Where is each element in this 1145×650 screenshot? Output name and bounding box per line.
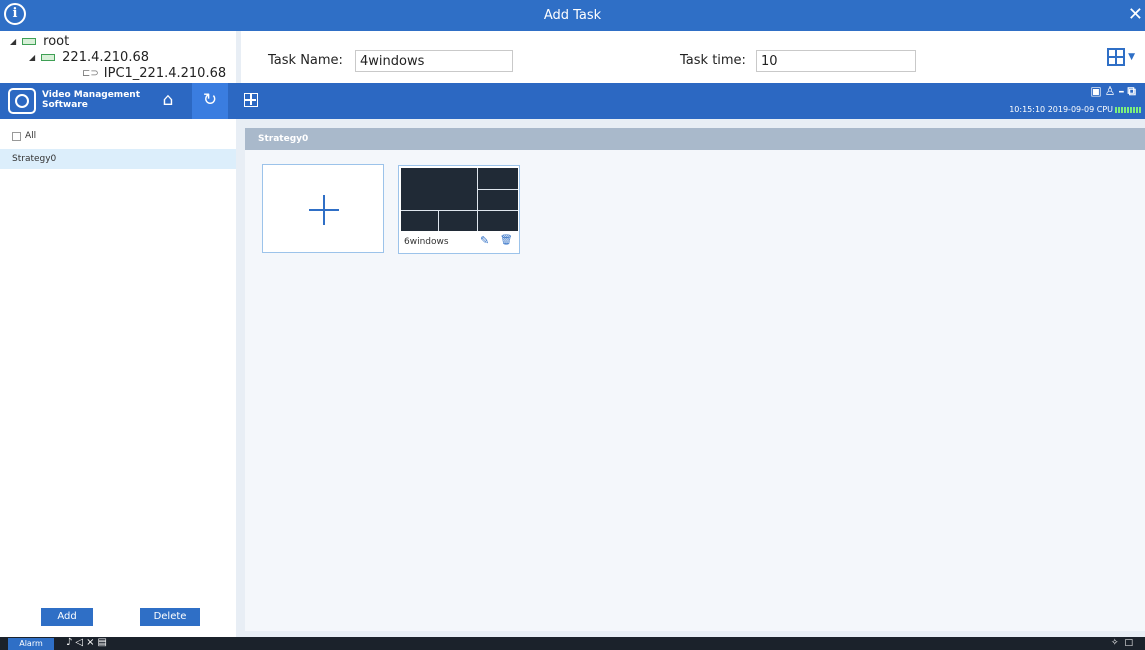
edit-pencil-icon[interactable]: ✎ [480,234,489,247]
strategy-list-item[interactable]: Strategy0 [0,149,236,169]
app-name-line2: Software [42,100,88,110]
home-nav-button[interactable]: ⌂ [150,83,186,119]
layout-select-button[interactable]: ▼ [1107,48,1135,66]
strategy-panel: All Strategy0 Add Delete [0,119,236,637]
dialog-title-bar: i Add Task ✕ [0,0,1145,31]
main-panel: Strategy0 6windows ✎ 🗑 [241,119,1145,637]
camera-icon: ⊏⊃ [82,68,99,79]
mute-icon[interactable]: ◁× [75,637,97,648]
cpu-meter [1115,106,1141,113]
device-tree: ◢ root ◢ 221.4.210.68 ⊏⊃ IPC1_221.4.210.… [0,31,236,83]
tree-node-label: root [43,34,70,49]
task-time-input[interactable] [756,50,916,72]
app-name-line1: Video Management [42,90,141,100]
tree-node-device[interactable]: ◢ 221.4.210.68 [29,50,149,65]
screen-icon[interactable]: ▤ [97,637,109,648]
trash-icon[interactable]: 🗑 [500,235,513,246]
window-controls: ▣♙–⧉ [1090,84,1139,99]
tree-node-root[interactable]: ◢ root [10,34,69,49]
status-text: 10:15:10 2019-09-09 CPU [1009,105,1113,114]
app-header: Video Management Software ⌂ ↻ ▣♙–⧉ 10:15… [0,83,1145,119]
delete-strategy-button[interactable]: Delete [140,608,200,626]
tree-node-camera[interactable]: ⊏⊃ IPC1_221.4.210.68 [82,66,226,81]
select-all-row[interactable]: All [12,131,36,141]
grid-layout-icon [1107,48,1126,66]
dialog-title: Add Task [543,8,602,23]
add-strategy-button[interactable]: Add [41,608,93,626]
select-all-checkbox[interactable] [12,131,21,141]
app-name: Video Management Software [42,90,140,110]
home-icon: ⌂ [162,90,174,110]
tree-node-label: IPC1_221.4.210.68 [103,66,227,81]
task-name-input[interactable] [355,50,513,72]
alarm-button[interactable]: Alarm [8,638,54,650]
select-all-label: All [25,131,37,141]
device-group-icon [22,38,37,45]
bottom-taskbar: Alarm ♪◁×▤ ✧□ [0,637,1145,650]
expand-arrow-icon[interactable]: ◢ [29,53,35,62]
taskbar-right-icons: ✧□ [1111,637,1139,649]
restore-icon[interactable]: ⧉ [1127,84,1139,98]
cycle-icon: ↻ [202,90,218,110]
chevron-down-icon: ▼ [1128,52,1135,62]
add-layout-tile[interactable] [262,164,384,253]
close-icon[interactable]: ✕ [1128,4,1143,25]
task-nav-button[interactable]: ↻ [192,83,228,119]
taskbar-icons: ♪◁×▤ [66,637,110,649]
user-icon[interactable]: ♙ [1105,84,1119,98]
window-icon[interactable]: □ [1124,638,1139,648]
layout-name: 6windows [404,237,449,247]
strategy-header: Strategy0 [245,128,1145,150]
task-time-label: Task time: [680,53,746,68]
status-bar: 10:15:10 2019-09-09 CPU [1009,105,1141,114]
grid-icon[interactable] [244,93,258,107]
app-logo-icon [8,88,36,114]
layout-tile[interactable]: 6windows ✎ 🗑 [398,165,520,254]
task-name-label: Task Name: [268,53,343,68]
bell-icon[interactable]: ♪ [66,637,75,648]
tree-node-label: 221.4.210.68 [62,50,149,65]
layout-area: Strategy0 6windows ✎ 🗑 [245,128,1145,631]
expand-arrow-icon[interactable]: ◢ [10,37,16,46]
monitor-icon[interactable]: ▣ [1090,84,1104,98]
pin-icon[interactable]: ✧ [1111,638,1125,648]
layout-preview [401,168,518,231]
device-icon [41,54,56,61]
task-form: Task Name: Task time: ▼ [241,31,1145,83]
